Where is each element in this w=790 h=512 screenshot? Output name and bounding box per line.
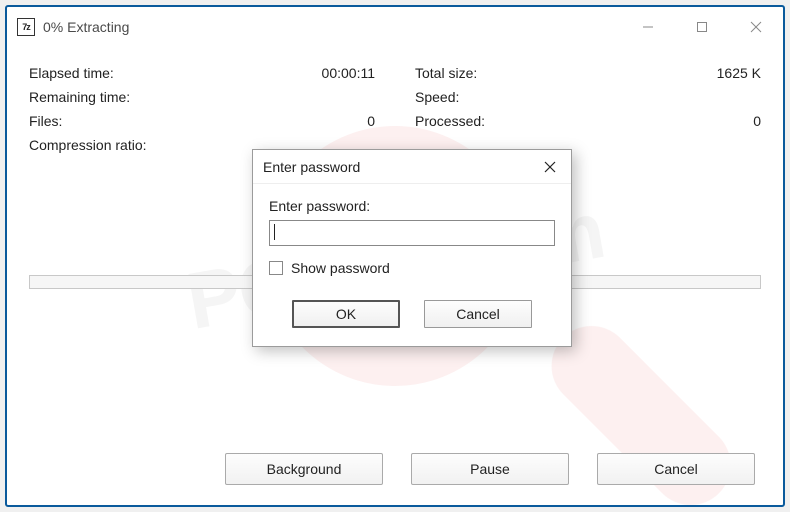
total-size-label: Total size: xyxy=(415,65,477,81)
elapsed-time-value: 00:00:11 xyxy=(322,65,375,81)
password-dialog: Enter password Enter password: Show pass… xyxy=(252,149,572,347)
maximize-button[interactable] xyxy=(675,7,729,47)
titlebar: 7z 0% Extracting xyxy=(7,7,783,47)
files-value: 0 xyxy=(367,113,375,129)
cancel-button[interactable]: Cancel xyxy=(597,453,755,485)
dialog-title: Enter password xyxy=(263,159,360,175)
show-password-checkbox[interactable] xyxy=(269,261,283,275)
window-title: 0% Extracting xyxy=(43,19,129,35)
dialog-close-button[interactable] xyxy=(529,150,571,184)
speed-label: Speed: xyxy=(415,89,459,105)
app-icon: 7z xyxy=(17,18,35,36)
compression-ratio-label: Compression ratio: xyxy=(29,137,147,153)
minimize-button[interactable] xyxy=(621,7,675,47)
processed-label: Processed: xyxy=(415,113,485,129)
dialog-ok-button[interactable]: OK xyxy=(292,300,400,328)
text-caret xyxy=(274,224,275,240)
password-field-label: Enter password: xyxy=(269,198,555,214)
processed-value: 0 xyxy=(753,113,761,129)
close-button[interactable] xyxy=(729,7,783,47)
dialog-titlebar: Enter password xyxy=(253,150,571,184)
remaining-time-label: Remaining time: xyxy=(29,89,130,105)
total-size-value: 1625 K xyxy=(717,65,761,81)
elapsed-time-label: Elapsed time: xyxy=(29,65,114,81)
pause-button[interactable]: Pause xyxy=(411,453,569,485)
dialog-cancel-button[interactable]: Cancel xyxy=(424,300,532,328)
password-input[interactable] xyxy=(269,220,555,246)
background-button[interactable]: Background xyxy=(225,453,383,485)
files-label: Files: xyxy=(29,113,62,129)
show-password-label: Show password xyxy=(291,260,390,276)
